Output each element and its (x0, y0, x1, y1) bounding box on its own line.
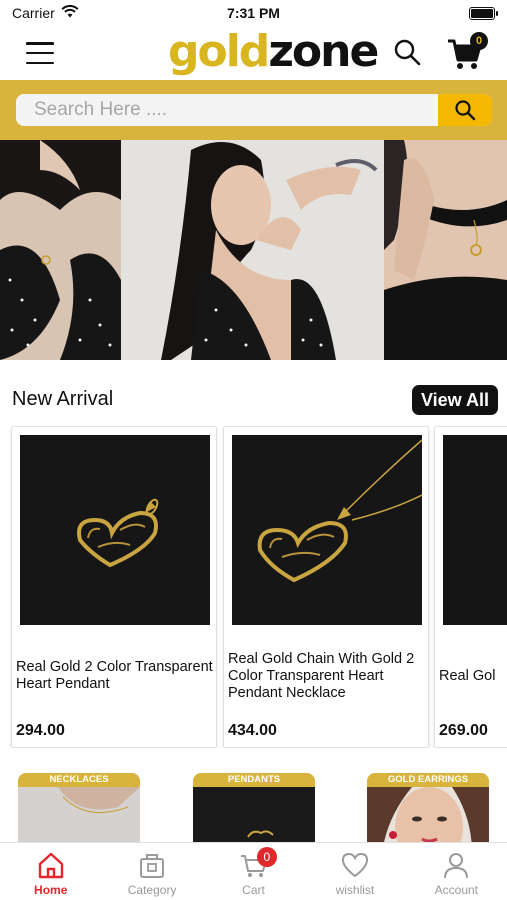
tab-label: Cart (242, 883, 265, 897)
tab-cart[interactable]: 0 Cart (203, 843, 304, 900)
bottom-tab-bar: Home Category 0 Cart wishlist Account (0, 842, 507, 900)
tab-account[interactable]: Account (406, 843, 507, 900)
tab-home[interactable]: Home (0, 843, 101, 900)
category-icon (140, 854, 165, 878)
carrier-label: Carrier (12, 5, 55, 21)
category-tile-pendants[interactable]: PENDANTS (193, 773, 315, 842)
search-band (0, 80, 507, 140)
product-carousel[interactable]: Real Gold 2 Color Transparent Heart Pend… (0, 426, 507, 748)
section-title-new-arrival: New Arrival (12, 388, 114, 410)
logo-zone-text: zone (268, 26, 379, 77)
category-image (367, 787, 489, 842)
tab-label: wishlist (335, 883, 375, 897)
wifi-icon (61, 5, 79, 21)
category-tile-necklaces[interactable]: NECKLACES (18, 773, 140, 842)
product-name: Real Gol (439, 668, 496, 684)
product-image (20, 435, 210, 625)
tab-label: Category (127, 883, 177, 897)
goldzone-logo: goldzone (168, 30, 379, 74)
category-image (18, 787, 140, 842)
header-search-icon[interactable] (393, 38, 421, 66)
product-card[interactable]: Real Gold 2 Color Transparent Heart Pend… (11, 426, 217, 748)
category-label: NECKLACES (18, 773, 140, 787)
tab-category[interactable]: Category (101, 843, 202, 900)
product-name: Real Gold Chain With Gold 2 Color Transp… (228, 651, 415, 701)
hero-image-center (121, 140, 384, 360)
product-image (443, 435, 507, 625)
hamburger-menu-icon[interactable] (26, 42, 54, 64)
hero-banner[interactable] (0, 140, 507, 360)
search-input[interactable] (16, 94, 438, 126)
hero-image-left (0, 140, 121, 360)
category-label: PENDANTS (193, 773, 315, 787)
search-submit-button[interactable] (438, 94, 492, 126)
product-card[interactable]: Real Gold Chain With Gold 2 Color Transp… (223, 426, 429, 748)
status-bar: Carrier 7:31 PM (0, 0, 507, 26)
search-box (16, 94, 492, 126)
product-card[interactable]: Real Gol 269.00 (434, 426, 507, 748)
tab-label: Home (34, 883, 68, 897)
category-label: GOLD EARRINGS (367, 773, 489, 787)
category-tile-gold-earrings[interactable]: GOLD EARRINGS (367, 773, 489, 842)
battery-icon (469, 6, 498, 20)
search-icon (455, 100, 476, 121)
account-icon (444, 853, 469, 879)
app-header: goldzone 0 (0, 26, 507, 80)
heart-icon (341, 852, 368, 878)
product-price: 434.00 (228, 722, 277, 739)
home-icon (38, 852, 63, 879)
tab-wishlist[interactable]: wishlist (304, 843, 405, 900)
logo-gold-text: gold (168, 26, 270, 77)
product-name: Real Gold 2 Color Transparent Heart Pend… (16, 659, 213, 692)
hero-image-right (384, 140, 507, 360)
tab-label: Account (434, 883, 478, 897)
category-image (193, 787, 315, 842)
category-tiles[interactable]: NECKLACES PENDANTS GOLD EARRINGS (0, 770, 507, 842)
cart-count-badge: 0 (470, 32, 488, 50)
product-price: 269.00 (439, 722, 488, 739)
product-image (232, 435, 422, 625)
view-all-button[interactable]: View All (412, 385, 498, 415)
header-cart-button[interactable]: 0 (446, 32, 490, 72)
product-price: 294.00 (16, 722, 65, 739)
cart-badge: 0 (256, 847, 277, 867)
carrier-info: Carrier (12, 5, 79, 21)
